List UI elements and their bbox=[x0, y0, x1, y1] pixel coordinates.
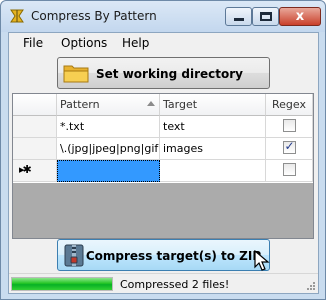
column-header-regex-label: Regex bbox=[272, 98, 306, 111]
maximize-button[interactable] bbox=[252, 7, 279, 26]
table-row: \.(jpg|jpeg|png|gif)$ images ✓ bbox=[13, 138, 313, 160]
minimize-icon bbox=[234, 18, 244, 21]
close-button[interactable]: x bbox=[279, 7, 321, 26]
set-working-directory-button[interactable]: Set working directory bbox=[57, 57, 270, 89]
menu-bar: File Options Help bbox=[9, 33, 318, 53]
compress-zip-button[interactable]: Compress target(s) to ZIP bbox=[57, 239, 270, 271]
new-regex-cell[interactable] bbox=[266, 160, 313, 182]
sort-ascending-icon bbox=[147, 101, 155, 106]
grid-body: Pattern Target Regex *.txt text \.(jpg|j… bbox=[13, 94, 313, 183]
new-row: ▸✱ bbox=[13, 160, 313, 182]
column-header-regex[interactable]: Regex bbox=[266, 94, 313, 116]
regex-checkbox-checked[interactable]: ✓ bbox=[282, 139, 296, 154]
app-window: Compress By Pattern x File Options Help … bbox=[0, 0, 326, 300]
grid-header-row: Pattern Target Regex bbox=[13, 94, 313, 116]
title-bar[interactable]: Compress By Pattern x bbox=[1, 1, 325, 32]
pattern-grid[interactable]: Pattern Target Regex *.txt text \.(jpg|j… bbox=[12, 93, 314, 239]
minimize-button[interactable] bbox=[225, 7, 252, 26]
new-pattern-cell[interactable] bbox=[57, 160, 160, 182]
table-row: *.txt text bbox=[13, 116, 313, 138]
set-working-directory-label: Set working directory bbox=[96, 67, 243, 81]
target-cell[interactable]: text bbox=[160, 116, 266, 138]
menu-file[interactable]: File bbox=[23, 36, 43, 50]
column-header-pattern-label: Pattern bbox=[60, 98, 100, 111]
pattern-cell[interactable]: \.(jpg|jpeg|png|gif)$ bbox=[57, 138, 160, 160]
compress-zip-label: Compress target(s) to ZIP bbox=[85, 249, 262, 263]
compress-app-icon bbox=[10, 9, 24, 23]
row-header[interactable] bbox=[13, 138, 57, 160]
target-cell[interactable]: images bbox=[160, 138, 266, 160]
new-row-icon: ▸✱ bbox=[19, 163, 32, 176]
progress-bar bbox=[11, 277, 113, 291]
progress-fill bbox=[12, 278, 112, 290]
column-header-target-label: Target bbox=[163, 98, 198, 111]
mouse-cursor-icon bbox=[254, 250, 270, 271]
close-icon: x bbox=[295, 9, 305, 24]
new-target-cell[interactable] bbox=[160, 160, 266, 182]
menu-options[interactable]: Options bbox=[61, 36, 107, 50]
regex-checkbox[interactable] bbox=[282, 119, 296, 132]
status-bar: Compressed 2 files! bbox=[9, 273, 318, 293]
new-row-header[interactable]: ▸✱ bbox=[13, 160, 57, 182]
maximize-icon bbox=[260, 12, 272, 21]
resize-grip-icon[interactable] bbox=[306, 281, 316, 291]
checkmark-icon: ✓ bbox=[284, 139, 295, 153]
pattern-cell[interactable]: *.txt bbox=[57, 116, 160, 138]
column-header-target[interactable]: Target bbox=[160, 94, 266, 116]
menu-help[interactable]: Help bbox=[122, 36, 149, 50]
regex-checkbox[interactable] bbox=[282, 163, 296, 176]
row-header-corner bbox=[13, 94, 57, 116]
regex-cell[interactable] bbox=[266, 116, 313, 138]
status-text: Compressed 2 files! bbox=[120, 278, 230, 291]
client-area: File Options Help Set working directory … bbox=[8, 32, 319, 294]
window-title: Compress By Pattern bbox=[31, 9, 157, 23]
column-header-pattern[interactable]: Pattern bbox=[57, 94, 160, 116]
row-header[interactable] bbox=[13, 116, 57, 138]
regex-cell[interactable]: ✓ bbox=[266, 138, 313, 160]
